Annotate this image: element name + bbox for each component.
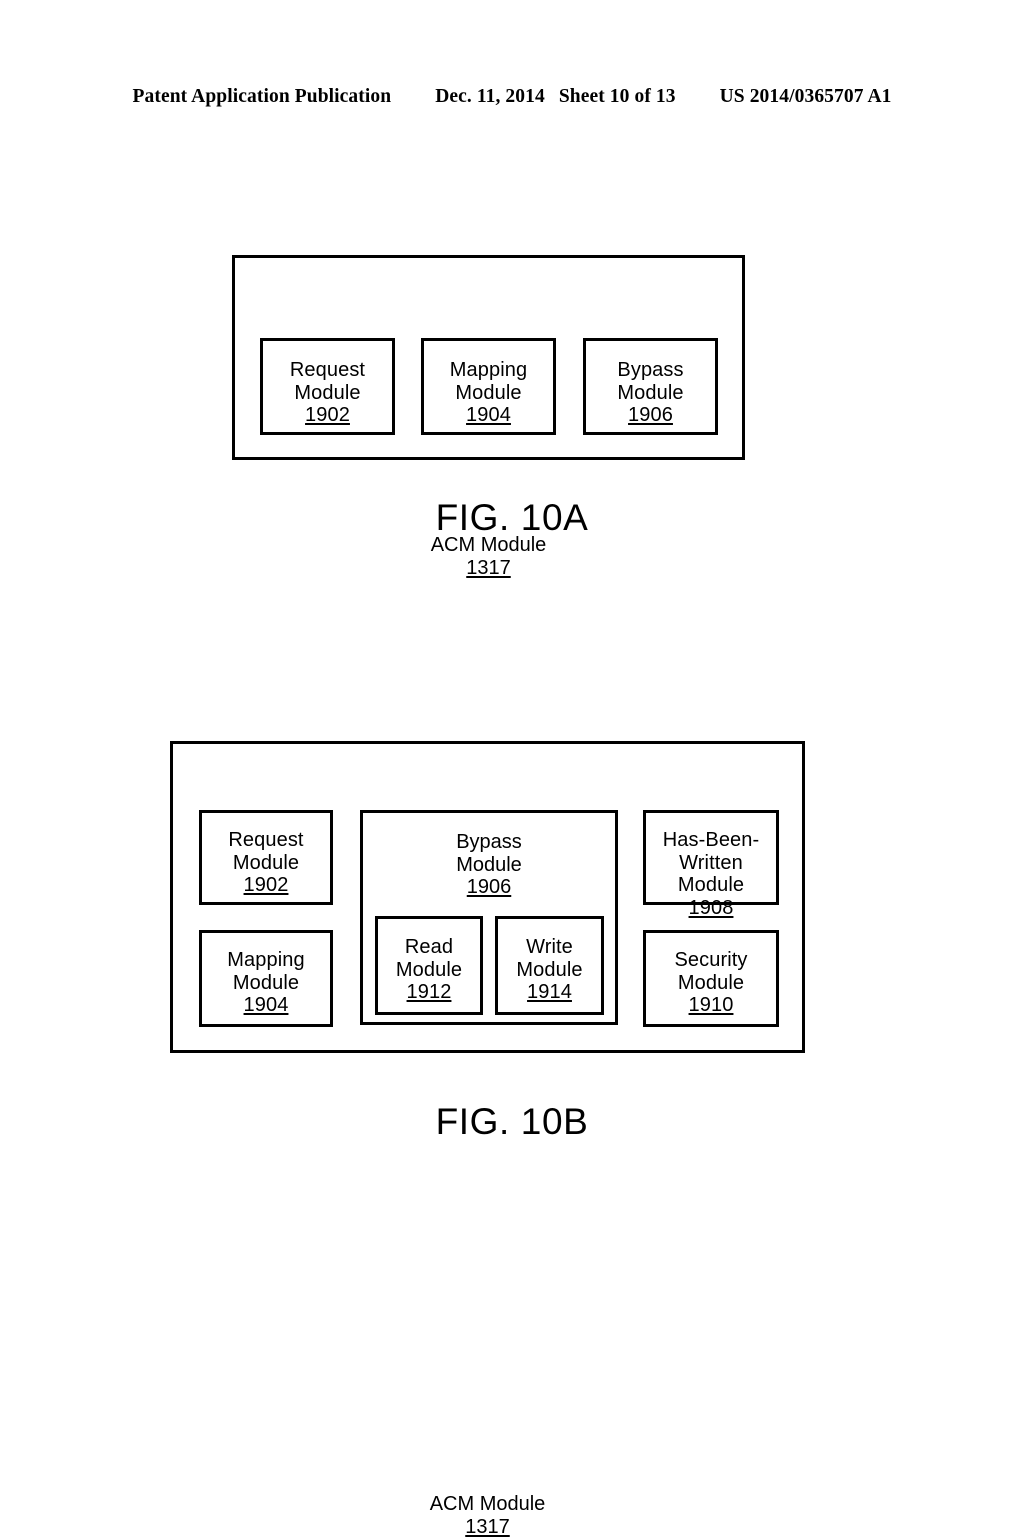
- fig10b-has-been-written-module-box: Has-Been- Written Module 1908: [643, 810, 779, 905]
- fig10b-security-module-suffix: Module: [646, 972, 776, 995]
- fig10b-security-module-text: Security Module 1910: [646, 949, 776, 1017]
- fig10b-container-ref: 1317: [465, 1516, 510, 1538]
- fig10a-mapping-module-suffix: Module: [424, 382, 553, 405]
- fig10b-container-title-label: ACM Module: [173, 1493, 802, 1516]
- fig10b-mapping-module-ref: 1904: [244, 994, 289, 1017]
- fig10b-read-module-name: Read: [378, 936, 480, 959]
- fig10b-request-module-ref: 1902: [244, 874, 289, 897]
- fig10a-request-module-box: Request Module 1902: [260, 338, 395, 435]
- fig10a-bypass-module-text: Bypass Module 1906: [586, 359, 715, 427]
- fig10a-bypass-module-ref: 1906: [628, 404, 673, 427]
- fig10b-write-module-box: Write Module 1914: [495, 916, 604, 1015]
- fig10a-bypass-module-suffix: Module: [586, 382, 715, 405]
- fig10b-read-module-ref: 1912: [407, 981, 452, 1004]
- header-patent-number: US 2014/0365707 A1: [720, 86, 892, 108]
- fig10b-request-module-text: Request Module 1902: [202, 829, 330, 897]
- fig10b-bypass-module-ref: 1906: [467, 876, 512, 899]
- fig10b-security-module-ref: 1910: [689, 994, 734, 1017]
- fig10a-request-module-text: Request Module 1902: [263, 359, 392, 427]
- fig10b-container-title: ACM Module 1317: [173, 1493, 802, 1538]
- page-header: Patent Application Publication Dec. 11, …: [0, 86, 1024, 116]
- fig10b-request-module-suffix: Module: [202, 852, 330, 875]
- header-date: Dec. 11, 2014: [435, 86, 545, 108]
- fig10a-mapping-module-text: Mapping Module 1904: [424, 359, 553, 427]
- fig10b-mapping-module-name: Mapping: [202, 949, 330, 972]
- fig10b-caption: FIG. 10B: [0, 1101, 1024, 1143]
- fig10b-request-module-box: Request Module 1902: [199, 810, 333, 905]
- fig10b-has-been-written-module-suffix: Written Module: [646, 852, 776, 897]
- fig10b-security-module-name: Security: [646, 949, 776, 972]
- fig10b-has-been-written-module-text: Has-Been- Written Module 1908: [646, 829, 776, 919]
- header-sheet: Sheet 10 of 13: [559, 86, 676, 108]
- fig10a-mapping-module-ref: 1904: [466, 404, 511, 427]
- fig10b-read-module-box: Read Module 1912: [375, 916, 483, 1015]
- fig10b-mapping-module-text: Mapping Module 1904: [202, 949, 330, 1017]
- fig10b-write-module-suffix: Module: [498, 959, 601, 982]
- fig10a-mapping-module-name: Mapping: [424, 359, 553, 382]
- fig10b-bypass-module-text: Bypass Module 1906: [363, 831, 615, 899]
- fig10b-bypass-module-suffix: Module: [363, 854, 615, 877]
- fig10a-bypass-module-box: Bypass Module 1906: [583, 338, 718, 435]
- fig10b-security-module-box: Security Module 1910: [643, 930, 779, 1027]
- fig10a-container-title: ACM Module 1317: [235, 534, 742, 579]
- fig10a-request-module-ref: 1902: [305, 404, 350, 427]
- fig10b-bypass-module-name: Bypass: [363, 831, 615, 854]
- fig10a-mapping-module-box: Mapping Module 1904: [421, 338, 556, 435]
- fig10b-read-module-suffix: Module: [378, 959, 480, 982]
- fig10b-request-module-name: Request: [202, 829, 330, 852]
- fig10a-bypass-module-name: Bypass: [586, 359, 715, 382]
- fig10b-read-module-text: Read Module 1912: [378, 936, 480, 1004]
- fig10b-write-module-ref: 1914: [527, 981, 572, 1004]
- fig10a-container-ref: 1317: [466, 557, 511, 580]
- fig10a-caption: FIG. 10A: [0, 497, 1024, 539]
- fig10b-mapping-module-box: Mapping Module 1904: [199, 930, 333, 1027]
- fig10b-has-been-written-module-ref: 1908: [689, 897, 734, 920]
- header-publication: Patent Application Publication: [133, 86, 392, 108]
- fig10b-has-been-written-module-name: Has-Been-: [646, 829, 776, 852]
- fig10a-request-module-suffix: Module: [263, 382, 392, 405]
- fig10a-request-module-name: Request: [263, 359, 392, 382]
- fig10b-mapping-module-suffix: Module: [202, 972, 330, 995]
- fig10b-write-module-text: Write Module 1914: [498, 936, 601, 1004]
- fig10b-write-module-name: Write: [498, 936, 601, 959]
